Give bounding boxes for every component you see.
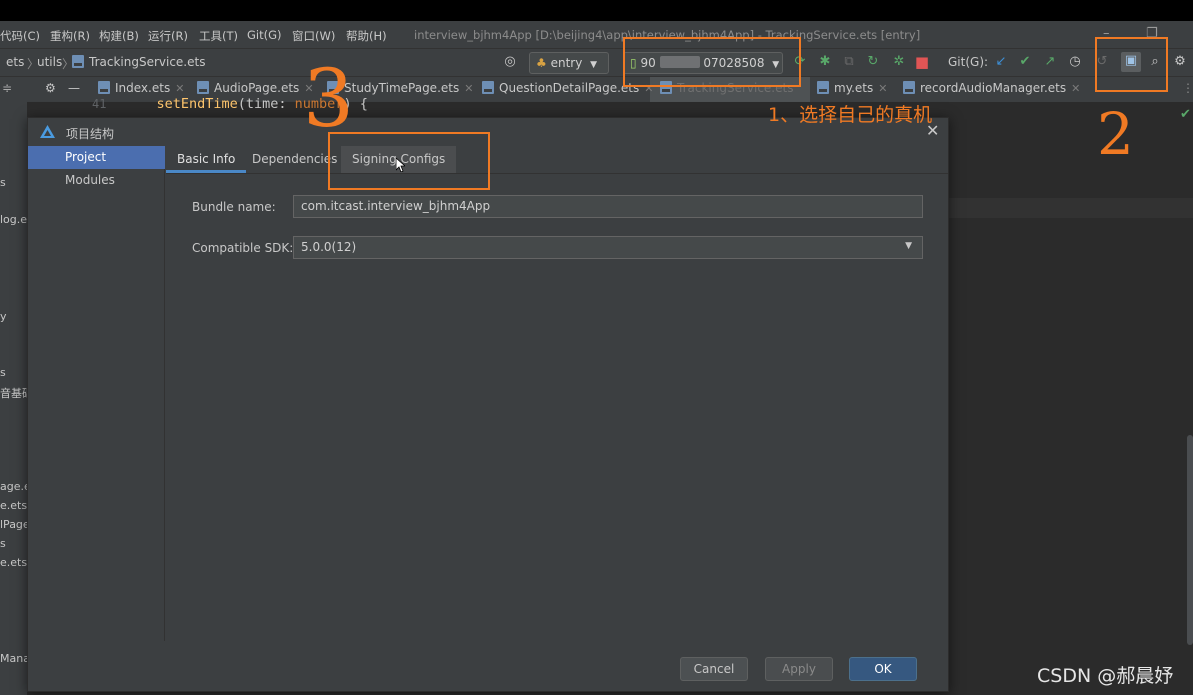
sidebar-fragment[interactable]: age.e (0, 480, 27, 493)
close-icon[interactable]: ✕ (1071, 82, 1080, 95)
git-commit-icon[interactable]: ✔ (1016, 53, 1034, 71)
run-config-select[interactable]: ♣ entry ▼ (529, 52, 609, 74)
editor-scrollbar[interactable] (1187, 435, 1193, 645)
bundle-name-field[interactable]: com.itcast.interview_bjhm4App (293, 195, 923, 218)
tab-record-audio-manager[interactable]: recordAudioManager.ets ✕ (903, 81, 1080, 95)
close-icon[interactable]: ✕ (175, 82, 184, 95)
function-name: setEndTime (156, 96, 238, 112)
menu-git[interactable]: Git(G) (247, 28, 282, 42)
attach-debugger-icon[interactable]: ⧉ (840, 53, 858, 71)
ets-file-icon (98, 81, 110, 94)
dialog-content: Basic Info Dependencies Signing Configs … (166, 146, 948, 641)
run-config-label: entry (550, 56, 583, 70)
dropdown-arrow-icon: ▼ (905, 241, 912, 251)
bundle-name-label: Bundle name: (192, 200, 276, 214)
sidebar-fragment[interactable]: lPage (0, 518, 27, 531)
tab-label: Index.ets (115, 81, 171, 95)
csdn-watermark: CSDN @郝晨妤 (1037, 665, 1174, 687)
breadcrumb-file[interactable]: TrackingService.ets (72, 55, 205, 69)
annotation-number-2: 2 (1097, 100, 1134, 168)
line-number: 41 (92, 97, 107, 111)
settings-gear-icon[interactable]: ⚙ (1171, 53, 1189, 71)
sidebar-fragment[interactable]: Manag (0, 652, 27, 665)
git-push-icon[interactable]: ↗ (1041, 53, 1059, 71)
menu-help[interactable]: 帮助(H) (346, 28, 387, 44)
collapse-all-icon[interactable]: ≑ (2, 81, 12, 95)
tab-label: QuestionDetailPage.ets (499, 81, 640, 95)
apply-changes-icon[interactable]: ↻ (864, 53, 882, 71)
inspection-ok-icon[interactable]: ✔ (1180, 107, 1191, 122)
dialog-nav: Project Modules (28, 146, 165, 641)
more-tabs-icon[interactable]: ⋮ (1182, 81, 1193, 95)
nav-item-project[interactable]: Project (28, 146, 165, 169)
dropdown-arrow-icon: ▼ (590, 60, 598, 70)
breadcrumb-ets[interactable]: ets (6, 55, 24, 69)
main-toolbar: ets 〉 utils 〉 TrackingService.ets ◎ ♣ en… (0, 48, 1193, 76)
close-icon[interactable]: ✕ (464, 82, 473, 95)
sidebar-fragment[interactable]: s (0, 176, 6, 189)
gear-icon[interactable]: ⚙ (45, 81, 56, 95)
annotation-step1-text: 1、选择自己的真机 (768, 104, 933, 126)
ets-file-icon (197, 81, 209, 94)
nav-item-modules[interactable]: Modules (28, 169, 165, 192)
menu-tools[interactable]: 工具(T) (199, 28, 238, 44)
param-name: time: (245, 96, 295, 112)
ets-file-icon (72, 55, 84, 68)
top-black-strip (0, 0, 1193, 21)
compatible-sdk-label: Compatible SDK: (192, 241, 294, 255)
sidebar-fragment[interactable]: log.e (0, 213, 27, 226)
module-icon: ♣ (536, 56, 547, 70)
tab-audio-page[interactable]: AudioPage.ets ✕ (197, 81, 314, 95)
annotation-number-3: 3 (303, 52, 354, 145)
apply-button[interactable]: Apply (765, 657, 833, 681)
sidebar-fragment[interactable]: e.ets (0, 556, 27, 569)
current-line-highlight (948, 198, 1193, 218)
ets-file-icon (903, 81, 915, 94)
tab-label: AudioPage.ets (214, 81, 300, 95)
menu-build[interactable]: 构建(B) (99, 28, 139, 44)
dialog-title: 项目结构 (66, 127, 115, 141)
git-update-icon[interactable]: ↙ (992, 53, 1010, 71)
sidebar-fragment[interactable]: y (0, 310, 7, 323)
ets-file-icon (817, 81, 829, 94)
breadcrumb-file-label: TrackingService.ets (89, 55, 206, 69)
menu-run[interactable]: 运行(R) (148, 28, 188, 44)
git-label: Git(G): (948, 55, 989, 69)
tab-label: recordAudioManager.ets (920, 81, 1067, 95)
menu-refactor[interactable]: 重构(R) (50, 28, 90, 44)
hide-panel-icon[interactable]: — (68, 81, 80, 95)
annotation-box-device (623, 37, 801, 87)
menu-bar: 代码(C) 重构(R) 构建(B) 运行(R) 工具(T) Git(G) 窗口(… (0, 21, 1193, 48)
deveco-logo-icon (40, 125, 55, 138)
tab-basic-info[interactable]: Basic Info (166, 146, 247, 173)
stop-icon[interactable]: ■ (913, 53, 931, 71)
editor-area[interactable]: ✔ (948, 102, 1193, 695)
target-icon[interactable]: ◎ (501, 53, 519, 71)
cancel-button[interactable]: Cancel (680, 657, 748, 681)
tab-my[interactable]: my.ets ✕ (817, 81, 887, 95)
compatible-sdk-value: 5.0.0(12) (301, 240, 357, 254)
close-icon[interactable]: ✕ (878, 82, 887, 95)
debug-icon[interactable]: ✱ (816, 53, 834, 71)
debug-run-icon[interactable]: ✲ (890, 53, 908, 71)
annotation-box-project-structure (1095, 37, 1168, 92)
sidebar-fragment[interactable]: s (0, 366, 6, 379)
sidebar-fragment[interactable]: e.ets (0, 499, 27, 512)
tab-label: StudyTimePage.ets (344, 81, 460, 95)
sidebar-fragment[interactable]: 音基础 (0, 385, 27, 401)
project-structure-dialog: 项目结构 ✕ Project Modules Basic Info Depend… (27, 117, 949, 692)
git-history-icon[interactable]: ◷ (1066, 53, 1084, 71)
ets-file-icon (482, 81, 494, 94)
tab-label: my.ets (834, 81, 874, 95)
compatible-sdk-select[interactable]: 5.0.0(12) ▼ (293, 236, 923, 259)
tab-index[interactable]: Index.ets ✕ (98, 81, 184, 95)
project-sidebar: s log.e y s 音基础 age.e e.ets lPage s e.et… (0, 102, 27, 695)
menu-window[interactable]: 窗口(W) (292, 28, 335, 44)
ok-button[interactable]: OK (849, 657, 917, 681)
sidebar-fragment[interactable]: s (0, 537, 6, 550)
dialog-footer: Cancel Apply OK (28, 641, 948, 691)
dialog-subtabs: Basic Info Dependencies Signing Configs (166, 146, 948, 174)
menu-code[interactable]: 代码(C) (0, 28, 40, 44)
breadcrumb-utils[interactable]: utils (37, 55, 62, 69)
